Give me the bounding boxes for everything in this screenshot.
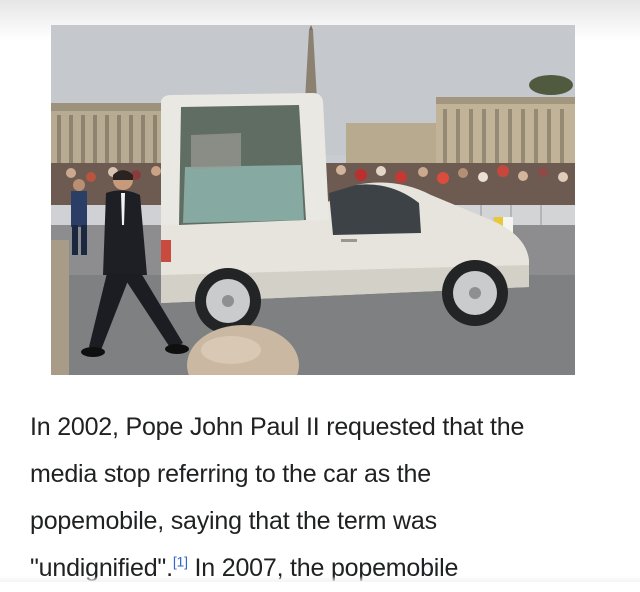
popemobile-photo [51,25,575,375]
article-line-3: popemobile, saying that the term was [30,507,437,535]
trees [529,75,573,95]
article-line-2: media stop referring to the car as the [30,460,431,488]
article-image[interactable] [51,25,575,375]
bottom-fade [0,576,640,582]
left-pillar [51,240,69,375]
article-line-4: "undignified".[1] In 2007, the popemobil… [30,545,620,592]
citation-link[interactable]: [1] [173,554,188,570]
left-colonnade [51,103,169,173]
tail-light [161,240,171,262]
article-paragraph: In 2002, Pope John Paul II requested tha… [30,404,620,592]
article-line-1: In 2002, Pope John Paul II requested tha… [30,413,525,441]
